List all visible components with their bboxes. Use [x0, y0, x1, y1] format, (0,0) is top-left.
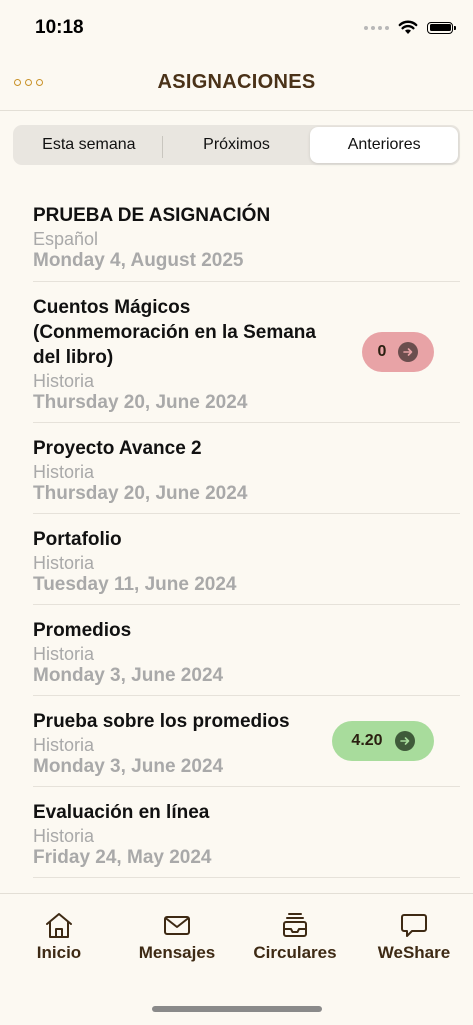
- tab-circulars-label: Circulares: [253, 943, 337, 962]
- assignment-date: Tuesday 11, June 2024: [33, 574, 237, 595]
- assignment-date: Thursday 20, June 2024: [33, 392, 248, 413]
- list-item[interactable]: Cuentos Mágicos (Conmemoración en la Sem…: [33, 282, 460, 423]
- grade-badge-value: 0: [377, 343, 387, 360]
- assignment-list: PRUEBA DE ASIGNACIÓN Español Monday 4, A…: [0, 190, 473, 878]
- tab-weshare-label: WeShare: [377, 943, 451, 962]
- arrow-right-icon: [398, 342, 419, 362]
- assignment-subject: Historia: [33, 826, 95, 846]
- list-item[interactable]: Proyecto Avance 2 Historia Thursday 20, …: [33, 423, 460, 514]
- assignment-title: Promedios: [33, 620, 132, 641]
- envelope-icon: [164, 916, 190, 935]
- tab-messages-label: Mensajes: [138, 943, 216, 962]
- filter-segmented-control: Esta semana Próximos Anteriores: [13, 125, 460, 165]
- list-item[interactable]: Promedios Historia Monday 3, June 2024: [33, 605, 460, 696]
- speech-bubble-icon: [401, 914, 427, 937]
- inbox-tray-icon: [283, 913, 307, 937]
- status-time: 10:18: [35, 17, 84, 38]
- assignment-date: Monday 3, June 2024: [33, 665, 224, 686]
- assignment-subject: Historia: [33, 462, 95, 482]
- assignment-subject: Historia: [33, 553, 95, 573]
- assignment-date: Thursday 20, June 2024: [33, 483, 248, 504]
- assignment-date: Friday 24, May 2024: [33, 847, 212, 868]
- wifi-icon: [398, 20, 418, 34]
- segment-upcoming[interactable]: Próximos: [163, 127, 311, 163]
- list-item[interactable]: Portafolio Historia Tuesday 11, June 202…: [33, 514, 460, 605]
- assignment-subject: Historia: [33, 371, 95, 391]
- list-item[interactable]: PRUEBA DE ASIGNACIÓN Español Monday 4, A…: [33, 190, 460, 282]
- arrow-right-icon: [394, 731, 415, 751]
- tab-weshare[interactable]: WeShare: [359, 911, 469, 963]
- assignment-subject: Historia: [33, 644, 95, 664]
- assignment-subject: Español: [33, 229, 99, 249]
- tab-circulars[interactable]: Circulares: [240, 911, 350, 963]
- segment-previous[interactable]: Anteriores: [310, 127, 459, 163]
- assignment-date: Monday 4, August 2025: [33, 250, 244, 271]
- list-item[interactable]: Prueba sobre los promedios Historia Mond…: [33, 696, 460, 787]
- battery-icon: [427, 21, 456, 34]
- home-indicator[interactable]: [152, 1006, 322, 1012]
- segment-this-week[interactable]: Esta semana: [15, 127, 163, 163]
- assignment-title: Evaluación en línea: [33, 802, 210, 823]
- assignment-title: Proyecto Avance 2: [33, 438, 202, 459]
- signal-icon: [364, 25, 389, 30]
- tab-home-label: Inicio: [36, 943, 82, 962]
- assignment-title: Portafolio: [33, 529, 122, 550]
- tab-messages[interactable]: Mensajes: [122, 911, 232, 963]
- assignment-title: PRUEBA DE ASIGNACIÓN: [33, 205, 271, 226]
- nav-header: ASIGNACIONES: [0, 58, 473, 111]
- grade-badge-value: 4.20: [351, 732, 383, 749]
- tab-home[interactable]: Inicio: [4, 911, 114, 963]
- grade-badge[interactable]: 4.20: [332, 721, 434, 761]
- grade-badge[interactable]: 0: [362, 332, 434, 372]
- status-icons: [364, 20, 456, 35]
- assignment-title-line: Cuentos Mágicos: [33, 297, 191, 318]
- home-icon: [46, 913, 72, 938]
- list-item[interactable]: Evaluación en línea Historia Friday 24, …: [33, 787, 460, 878]
- page-title: ASIGNACIONES: [157, 71, 316, 93]
- status-bar: 10:18: [0, 0, 473, 58]
